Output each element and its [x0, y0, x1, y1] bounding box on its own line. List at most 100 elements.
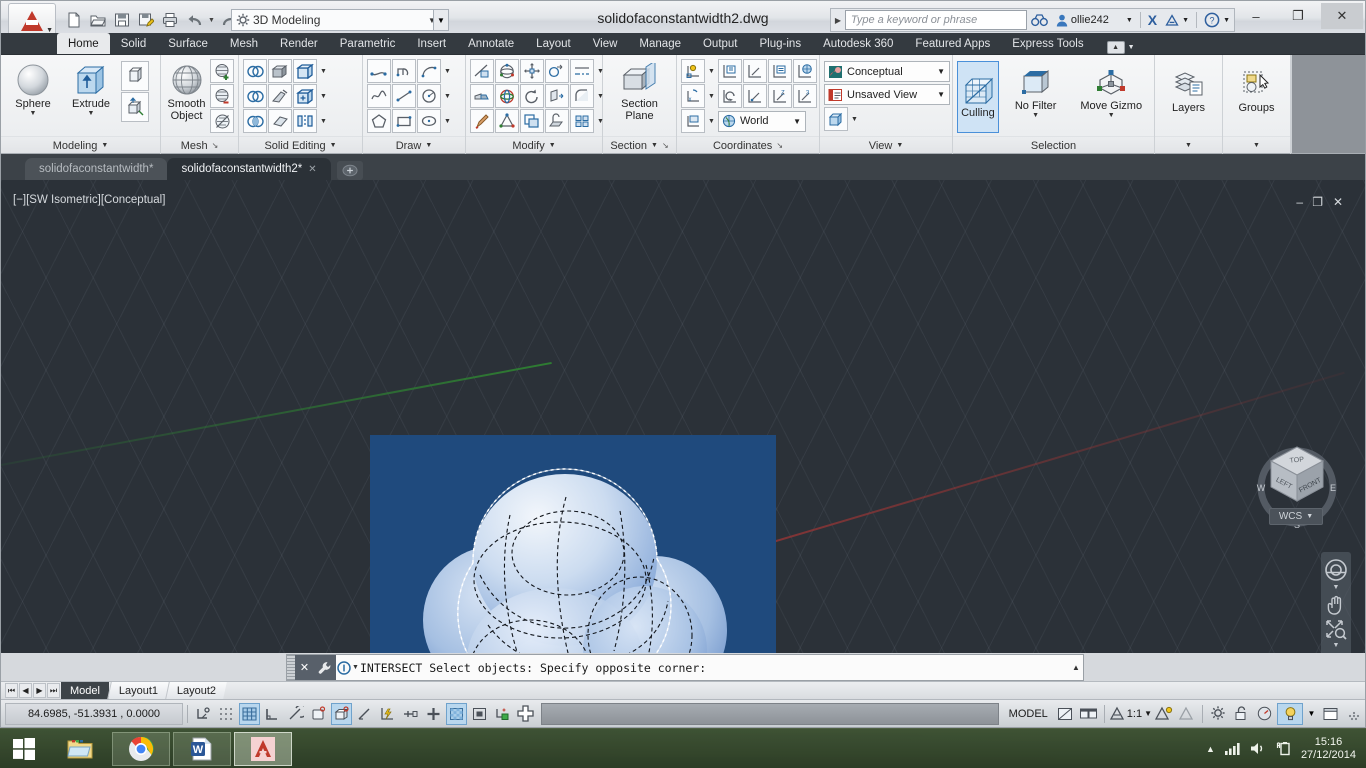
panel-title-mesh[interactable]: Mesh ↘	[161, 136, 238, 154]
tab-annotate[interactable]: Annotate	[457, 33, 525, 54]
3d-align-button[interactable]	[470, 59, 494, 83]
annotation-visibility-button[interactable]	[1153, 703, 1174, 725]
annotation-scale-selector[interactable]: 1:1 ▼	[1109, 706, 1152, 722]
polyline-button[interactable]	[367, 59, 391, 83]
tab-featured-apps[interactable]: Featured Apps	[904, 33, 1001, 54]
selection-cycling-toggle[interactable]	[469, 703, 490, 725]
chevron-down-icon[interactable]: ▼	[330, 142, 337, 149]
panel-title-solid-editing[interactable]: Solid Editing ▼	[239, 136, 362, 154]
panel-title-selection[interactable]: Selection	[953, 136, 1154, 154]
chevron-down-icon[interactable]: ▼	[1032, 112, 1039, 120]
chevron-down-icon[interactable]: ▼	[1305, 703, 1318, 725]
refine-mesh-button[interactable]	[210, 109, 234, 133]
viewport-label[interactable]: [−][SW Isometric][Conceptual]	[13, 194, 165, 206]
chevron-down-icon[interactable]: ▼	[318, 59, 329, 83]
taper-faces-button[interactable]	[268, 84, 292, 108]
taskbar-microsoft-word[interactable]: W	[173, 731, 231, 766]
3d-mirror-button[interactable]	[470, 84, 494, 108]
clean-solid-button[interactable]	[268, 109, 292, 133]
separate-solid-button[interactable]	[293, 109, 317, 133]
quick-view-drawings-button[interactable]	[1078, 703, 1099, 725]
chevron-down-icon[interactable]: ▼	[1306, 513, 1313, 520]
polysolid-button[interactable]	[392, 59, 416, 83]
panel-title-layers[interactable]: ▼	[1155, 136, 1222, 154]
chevron-down-icon[interactable]: ▼	[651, 142, 658, 149]
3d-array-button[interactable]	[545, 59, 569, 83]
no-filter-button[interactable]: No Filter ▼	[1005, 61, 1067, 120]
file-tab-1[interactable]: solidofaconstantwidth*	[25, 158, 168, 180]
dynamic-input-toggle[interactable]	[400, 703, 421, 725]
performance-tuner-button[interactable]	[1254, 703, 1275, 725]
file-tab-2[interactable]: solidofaconstantwidth2* ✕	[167, 158, 331, 180]
coordinate-display[interactable]: 84.6985, -51.3931 , 0.0000	[5, 702, 183, 725]
new-tab-button[interactable]	[336, 161, 363, 180]
lineweight-toggle[interactable]	[423, 703, 444, 725]
window-maximize-button[interactable]: ❐	[1277, 3, 1319, 29]
3d-fillet-button[interactable]	[570, 59, 594, 83]
previous-layout-button[interactable]: ◀	[19, 683, 32, 698]
culling-toggle-button[interactable]: Culling	[957, 61, 999, 133]
workspace-switching-button[interactable]	[1208, 703, 1229, 725]
chevron-down-icon[interactable]: ▼	[549, 142, 556, 149]
ortho-mode-toggle[interactable]	[262, 703, 283, 725]
tab-manage[interactable]: Manage	[628, 33, 692, 54]
orbit-icon[interactable]	[1323, 652, 1349, 653]
presspull-button[interactable]	[121, 61, 149, 91]
tab-output[interactable]: Output	[692, 33, 749, 54]
circle-button[interactable]	[417, 84, 441, 108]
chevron-down-icon[interactable]: ▼	[937, 67, 945, 76]
command-prompt-icon[interactable]: ▼	[336, 660, 360, 675]
window-close-button[interactable]: ✕	[1321, 3, 1363, 29]
viewport-config-button[interactable]	[824, 107, 848, 131]
panel-title-draw[interactable]: Draw ▼	[363, 136, 465, 154]
user-account-button[interactable]: ollie242 ▼	[1052, 14, 1137, 27]
autodesk-app-button[interactable]: ▼	[1161, 13, 1193, 27]
viewport-minimize-button[interactable]: –	[1296, 195, 1303, 209]
navigation-bar[interactable]: ▼ ▼ ▼	[1321, 552, 1351, 653]
start-button[interactable]	[0, 729, 48, 768]
ucs-button[interactable]	[681, 59, 705, 83]
intersect-button[interactable]	[243, 109, 267, 133]
smooth-less-button[interactable]	[210, 84, 234, 108]
panel-title-groups[interactable]: ▼	[1223, 136, 1290, 154]
tab-insert[interactable]: Insert	[406, 33, 457, 54]
named-view-combo[interactable]: Unsaved View ▼	[824, 84, 950, 105]
tab-render[interactable]: Render	[269, 33, 329, 54]
extrude-button[interactable]: Extrude ▼	[63, 59, 119, 118]
panel-title-section[interactable]: Section ▼ ↘	[603, 136, 676, 154]
sphere-button[interactable]: Sphere ▼	[5, 59, 61, 118]
tab-view[interactable]: View	[582, 33, 629, 54]
taskbar-google-chrome[interactable]	[112, 731, 170, 766]
network-icon[interactable]	[1224, 741, 1241, 756]
command-prompt-text[interactable]: INTERSECT Select objects: Specify opposi…	[360, 661, 1069, 675]
command-line-customize-button[interactable]	[314, 655, 336, 680]
visual-style-combo[interactable]: Conceptual ▼	[824, 61, 950, 82]
dynamic-ucs-toggle[interactable]	[377, 703, 398, 725]
ucs-view-button[interactable]	[793, 59, 817, 83]
smooth-object-button[interactable]: Smooth Object	[165, 59, 208, 122]
polygon-button[interactable]	[367, 109, 391, 133]
ucs-object-button[interactable]	[768, 59, 792, 83]
smooth-more-button[interactable]	[210, 59, 234, 83]
panel-title-coordinates[interactable]: Coordinates ↘	[677, 136, 819, 154]
solid-extrude-faces-button[interactable]	[268, 59, 292, 83]
chevron-down-icon[interactable]: ▼	[896, 142, 903, 149]
3d-offset-button[interactable]	[570, 84, 594, 108]
3d-move-button[interactable]	[121, 92, 149, 122]
auto-scale-button[interactable]	[1176, 703, 1197, 725]
tab-solid[interactable]: Solid	[110, 33, 158, 54]
command-line-scroll-up-icon[interactable]: ▲	[1069, 663, 1083, 672]
solid-edit-button[interactable]	[293, 84, 317, 108]
chevron-down-icon[interactable]: ▼	[1144, 709, 1152, 718]
panel-title-modify[interactable]: Modify ▼	[466, 136, 602, 154]
quick-view-layouts-button[interactable]	[1055, 703, 1076, 725]
battery-icon[interactable]	[1276, 741, 1292, 756]
chevron-down-icon[interactable]: ▼	[318, 109, 329, 133]
ucs-combo[interactable]: World ▼	[718, 110, 806, 132]
ucs-3point-button[interactable]: 3	[793, 84, 817, 108]
panel-title-view[interactable]: View ▼	[820, 136, 952, 154]
annotation-monitor-toggle[interactable]	[492, 703, 513, 725]
pan-hand-icon[interactable]	[1323, 594, 1349, 616]
chevron-down-icon[interactable]: ▼	[1223, 17, 1230, 24]
wcs-selector[interactable]: WCS ▼	[1269, 508, 1323, 525]
